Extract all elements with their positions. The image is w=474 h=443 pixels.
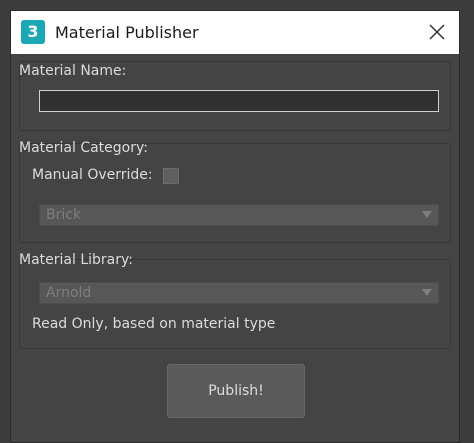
material-publisher-window: 3 Material Publisher Material Name: Mate… xyxy=(10,10,460,443)
material-name-input[interactable] xyxy=(39,90,439,112)
material-category-selected: Brick xyxy=(46,207,82,223)
title-bar: 3 Material Publisher xyxy=(11,11,459,54)
chevron-down-icon xyxy=(422,211,432,218)
chevron-down-icon xyxy=(422,289,432,296)
material-library-dropdown[interactable]: Arnold xyxy=(39,282,439,304)
material-library-selected: Arnold xyxy=(46,285,92,301)
manual-override-label: Manual Override: xyxy=(32,167,153,183)
close-icon xyxy=(429,24,445,40)
material-name-label: Material Name: xyxy=(19,63,127,79)
close-button[interactable] xyxy=(421,17,453,47)
app-icon-glyph: 3 xyxy=(27,22,39,41)
material-category-dropdown[interactable]: Brick xyxy=(39,204,439,226)
material-category-group xyxy=(19,143,451,243)
material-library-group xyxy=(19,259,451,349)
material-library-label: Material Library: xyxy=(19,252,133,268)
3dsmax-icon: 3 xyxy=(21,20,45,44)
manual-override-checkbox[interactable] xyxy=(163,168,179,184)
material-category-label: Material Category: xyxy=(19,140,148,156)
publish-button[interactable]: Publish! xyxy=(167,364,305,418)
material-library-note: Read Only, based on material type xyxy=(32,316,276,332)
window-title: Material Publisher xyxy=(55,23,199,42)
